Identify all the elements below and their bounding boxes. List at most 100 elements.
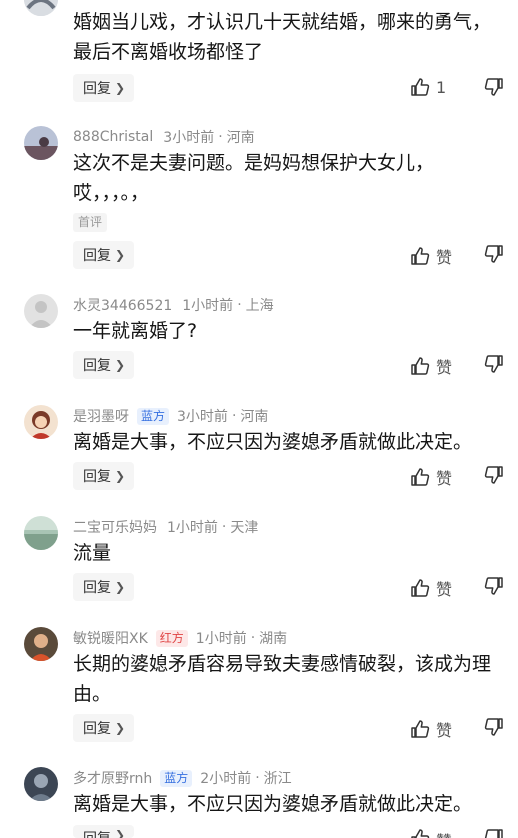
reply-button[interactable]: 回复 ❯ [73,351,135,379]
username[interactable]: 敏锐暖阳XK [73,628,148,648]
chevron-right-icon: ❯ [115,358,126,372]
comment-location: 天津 [230,520,259,536]
comment-text: 离婚是大事，不应只因为婆媳矛盾就做此决定。 [73,793,473,815]
like-button[interactable]: 赞 [410,576,452,600]
side-badge: 红方 [155,629,188,647]
reply-label: 回复 [83,81,111,97]
chevron-right-icon: ❯ [115,721,126,735]
comment-meta: 888Christal 3小时前 · 河南 [73,127,255,147]
separator-dot: · [231,408,237,424]
reply-label: 回复 [83,828,111,838]
username[interactable]: 是羽墨呀 [73,406,129,426]
thumbs-down-icon [484,466,503,484]
dislike-button[interactable] [484,77,504,101]
thumbs-up-icon [411,78,430,96]
comment-location: 浙江 [263,771,292,787]
thumbs-up-icon [411,468,430,486]
comment-location: 河南 [226,130,255,146]
thumbs-up-icon [411,579,430,597]
dislike-button[interactable] [484,244,504,268]
like-button[interactable]: 赞 [410,717,452,741]
thumbs-down-icon [484,78,503,96]
separator-dot: · [221,519,227,535]
separator-dot: · [250,630,256,646]
comment-meta: 敏锐暖阳XK 红方 1小时前 · 湖南 [73,628,287,648]
dislike-button[interactable] [484,717,504,741]
thumbs-down-icon [484,245,503,263]
avatar[interactable] [24,405,58,439]
reply-label: 回复 [83,580,111,596]
username[interactable]: 水灵34466521 [73,295,172,315]
thumbs-up-icon [411,720,430,738]
comment-time: 3小时前 [163,130,215,146]
like-label: 赞 [436,828,452,838]
reply-button[interactable]: 回复 ❯ [73,74,135,102]
like-label: 赞 [436,580,453,599]
like-label: 赞 [436,469,453,488]
like-button[interactable]: 赞 [410,354,452,378]
chevron-right-icon: ❯ [115,580,126,594]
comment-text: 婚姻当儿戏，才认识几十天就结婚，哪来的勇气，最后不离婚收场都怪了 [73,11,492,63]
like-button[interactable]: 1 [410,77,446,97]
thumbs-down-icon [484,718,503,736]
comment-location: 湖南 [259,631,288,647]
reply-button[interactable]: 回复 ❯ [73,714,135,742]
thumbs-down-icon [484,577,503,595]
comment-text: 流量 [73,542,112,564]
avatar[interactable] [24,516,58,550]
comment-time: 3小时前 [177,409,228,425]
separator-dot: · [218,129,223,145]
side-badge: 蓝方 [160,769,193,787]
comment-location: 上海 [245,298,274,314]
reply-label: 回复 [83,721,111,737]
thumbs-down-icon [484,355,503,373]
dislike-button[interactable] [484,354,504,378]
reply-label: 回复 [83,248,111,264]
thumbs-down-icon [484,829,503,838]
chevron-right-icon: ❯ [115,81,126,95]
comment-time: 1小时前 [195,631,247,647]
dislike-button[interactable] [484,576,504,600]
like-button[interactable]: 赞 [410,828,452,838]
chevron-right-icon: ❯ [115,248,126,262]
first-comment-tag: 首评 [73,213,108,232]
chevron-right-icon: ❯ [115,469,126,483]
comment-text: 一年就离婚了? [73,320,198,342]
thumbs-up-icon [411,247,430,265]
separator-dot: · [237,297,242,313]
comment-meta: 是羽墨呀 蓝方 3小时前 · 河南 [73,406,268,426]
dislike-button[interactable] [484,465,504,489]
like-button[interactable]: 赞 [410,465,452,489]
comment-meta: 水灵34466521 1小时前 · 上海 [73,295,274,315]
avatar[interactable] [24,294,58,328]
comment-text: 离婚是大事，不应只因为婆媳矛盾就做此决定。 [73,431,473,453]
dislike-button[interactable] [484,828,504,838]
avatar[interactable] [24,126,58,160]
comment-time: 1小时前 [167,520,218,536]
reply-button[interactable]: 回复 ❯ [73,825,135,838]
reply-label: 回复 [83,358,111,374]
thumbs-up-icon [411,357,430,375]
comment-time: 1小时前 [182,298,234,314]
comment-location: 河南 [240,409,269,425]
like-count: 1 [436,77,447,97]
reply-button[interactable]: 回复 ❯ [73,241,135,269]
like-label: 赞 [436,721,453,740]
reply-button[interactable]: 回复 ❯ [73,462,135,490]
avatar[interactable] [24,767,58,801]
comment-meta: 多才原野rnh 蓝方 2小时前 · 浙江 [73,768,292,788]
chevron-right-icon: ❯ [115,828,126,838]
comment-text: 这次不是夫妻问题。是妈妈想保护大女儿，哎，，，。， [73,152,435,204]
comment-meta: 二宝可乐妈妈 1小时前 · 天津 [73,517,258,537]
side-badge: 蓝方 [137,407,170,425]
username[interactable]: 多才原野rnh [73,768,152,788]
reply-button[interactable]: 回复 ❯ [73,573,135,601]
like-button[interactable]: 赞 [410,244,452,268]
like-label: 赞 [436,358,453,377]
username[interactable]: 888Christal [73,129,153,145]
username[interactable]: 二宝可乐妈妈 [73,517,157,537]
avatar[interactable] [24,627,58,661]
thumbs-up-icon [411,829,430,838]
avatar[interactable] [24,0,58,16]
comment-text: 长期的婆媳矛盾容易导致夫妻感情破裂，该成为理由。 [73,653,492,705]
